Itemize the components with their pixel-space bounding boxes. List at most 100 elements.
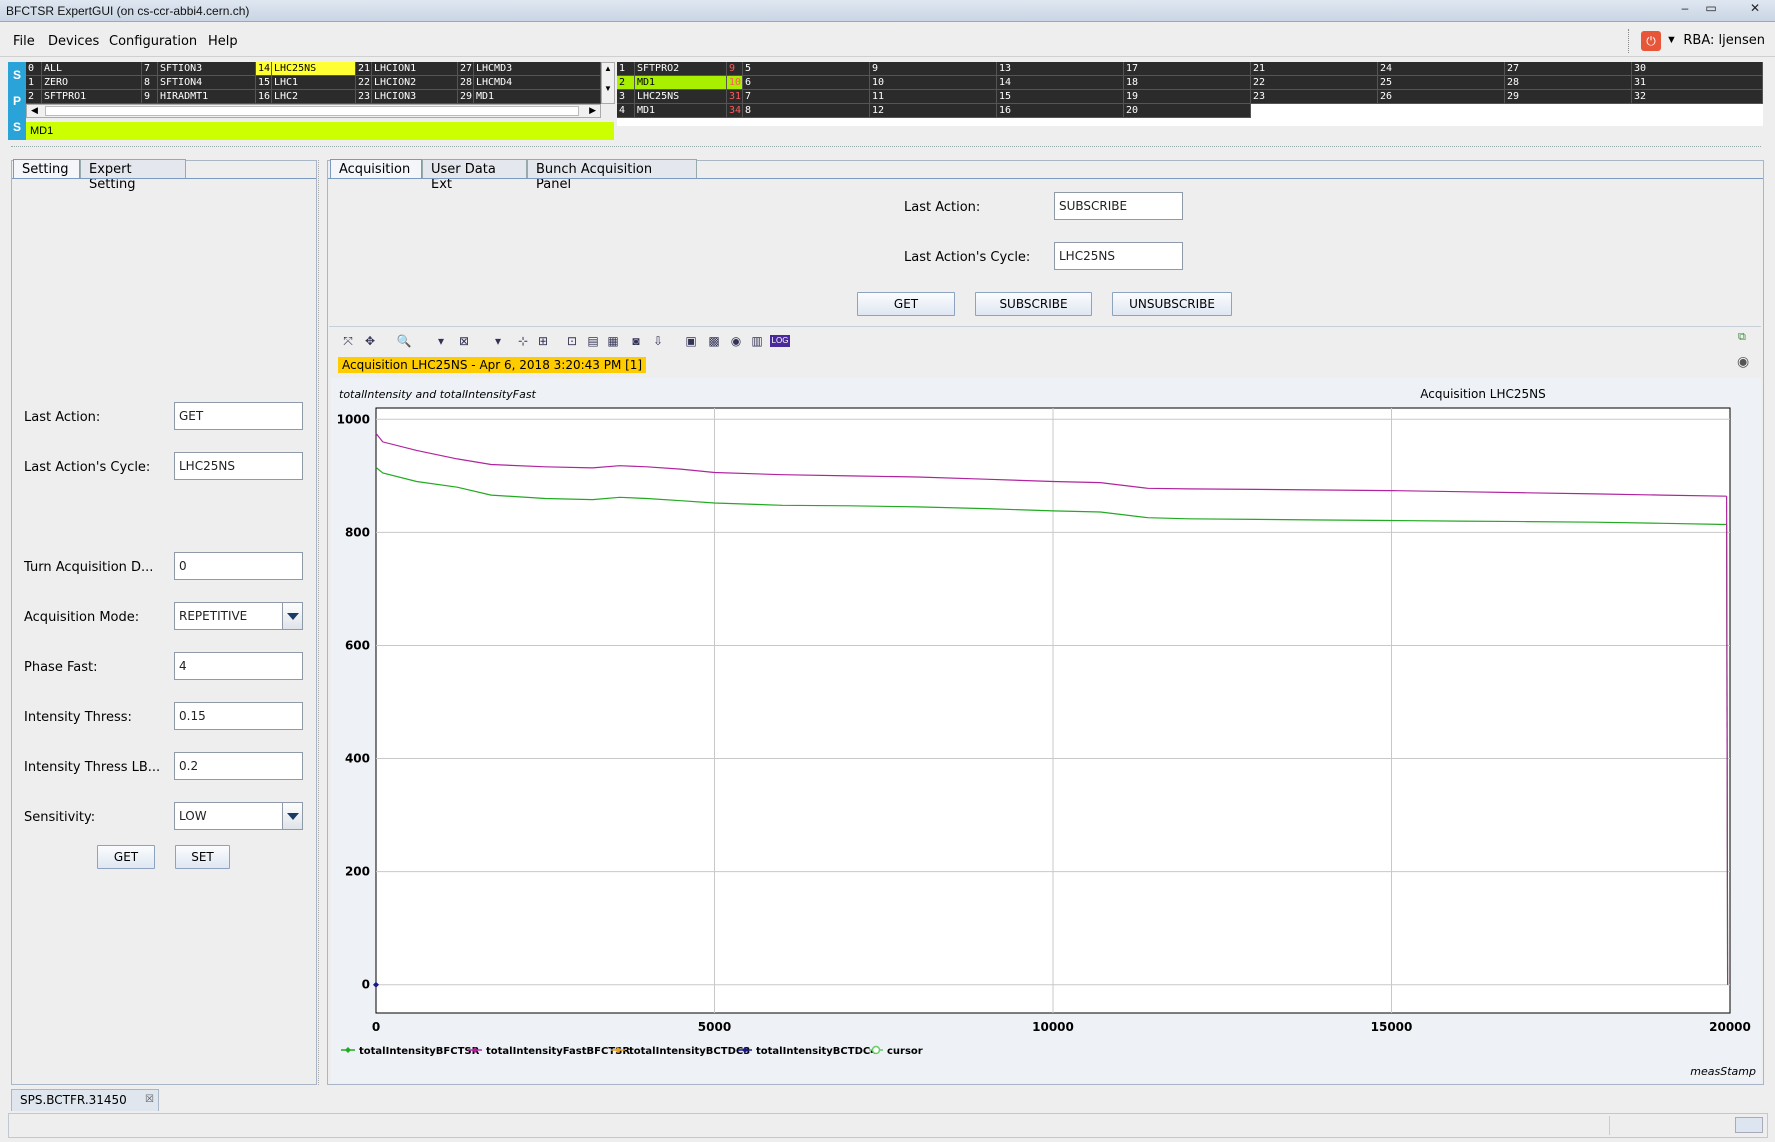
get-button[interactable]: GET <box>97 845 155 869</box>
supercycle-slot-count[interactable]: 31 <box>727 90 743 104</box>
cycle-name[interactable]: LHC2 <box>272 90 356 104</box>
cycle-name[interactable]: HIRADMT1 <box>158 90 256 104</box>
supercycle-slot[interactable]: 10 <box>870 76 997 90</box>
cycle-name[interactable]: ZERO <box>42 76 142 90</box>
cycle-number[interactable]: 22 <box>356 76 372 90</box>
supercycle-slot[interactable]: 7 <box>743 90 870 104</box>
cycle-number[interactable]: 7 <box>142 62 158 76</box>
supercycle-slot[interactable]: 24 <box>1378 62 1505 76</box>
layout-icon[interactable]: ▩ <box>705 332 723 350</box>
supercycle-slot[interactable]: 29 <box>1505 90 1632 104</box>
split-divider[interactable] <box>11 146 1761 148</box>
supercycle-slot-count[interactable]: 9 <box>727 62 743 76</box>
color-icon[interactable]: ◉ <box>727 332 745 350</box>
magnifier-icon[interactable]: 🔍 <box>395 332 413 350</box>
cycle-name[interactable]: SFTION3 <box>158 62 256 76</box>
supercycle-slot-name[interactable]: LHC25NS <box>635 90 727 104</box>
grid-icon[interactable]: ⊞ <box>534 332 552 350</box>
scroll-right-icon[interactable]: ▶ <box>589 105 596 116</box>
pan-icon[interactable]: ✥ <box>361 332 379 350</box>
close-tab-icon[interactable]: ☒ <box>145 1090 154 1110</box>
chevron-down-icon[interactable] <box>282 803 302 829</box>
supercycle-slot[interactable]: 22 <box>1251 76 1378 90</box>
setting-field[interactable]: GET <box>174 402 303 430</box>
log-icon[interactable]: LOG <box>770 335 790 347</box>
supercycle-slot[interactable]: 25 <box>1378 76 1505 90</box>
cycle-name[interactable]: ALL <box>42 62 142 76</box>
image-icon[interactable]: ▣ <box>682 332 700 350</box>
supercycle-slot-number[interactable]: 4 <box>617 104 635 118</box>
cycle-name[interactable]: LHCMD4 <box>474 76 601 90</box>
cycle-number[interactable]: 1 <box>26 76 42 90</box>
cycle-name[interactable]: LHCION2 <box>372 76 458 90</box>
supercycle-slot[interactable]: 14 <box>997 76 1124 90</box>
setting-field[interactable]: LHC25NS <box>174 452 303 480</box>
cycle-name[interactable]: LHCMD3 <box>474 62 601 76</box>
settings-icon[interactable]: ◉ <box>1737 353 1749 370</box>
cycle-number[interactable]: 21 <box>356 62 372 76</box>
supercycle-slot-name[interactable]: SFTPRO2 <box>635 62 727 76</box>
scroll-left-icon[interactable]: ◀ <box>31 105 38 116</box>
tab-bunch-acquisition-panel[interactable]: Bunch Acquisition Panel <box>527 159 697 192</box>
supercycle-slot[interactable]: 12 <box>870 104 997 118</box>
setting-dropdown[interactable]: REPETITIVE <box>174 602 303 630</box>
cycle-number[interactable]: 14 <box>256 62 272 76</box>
selector-vscrollbar[interactable]: ▲ ▼ <box>601 62 615 104</box>
cycle-number[interactable]: 0 <box>26 62 42 76</box>
subscribe-button[interactable]: SUBSCRIBE <box>975 292 1092 316</box>
setting-field[interactable]: 0 <box>174 552 303 580</box>
power-icon[interactable]: ⏻ <box>1641 31 1661 51</box>
zoom-region-icon[interactable]: ⊠ <box>455 332 473 350</box>
setting-field[interactable]: 0.2 <box>174 752 303 780</box>
supercycle-slot-name[interactable]: MD1 <box>635 104 727 118</box>
maximize-icon[interactable]: ▭ <box>1698 0 1724 18</box>
cycle-name[interactable]: LHC25NS <box>272 62 356 76</box>
supercycle-slot[interactable]: 8 <box>743 104 870 118</box>
setting-field[interactable]: 0.15 <box>174 702 303 730</box>
menu-file[interactable]: File <box>13 34 35 49</box>
panel-splitter[interactable] <box>318 160 324 1085</box>
tab-acquisition[interactable]: Acquisition <box>330 159 422 178</box>
tab-setting[interactable]: Setting <box>13 159 80 178</box>
detach-icon[interactable]: ⧉ <box>1738 331 1746 344</box>
cycle-name[interactable]: SFTION4 <box>158 76 256 90</box>
set-button[interactable]: SET <box>175 845 230 869</box>
supercycle-slot[interactable]: 23 <box>1251 90 1378 104</box>
rba-user[interactable]: RBA: ljensen <box>1683 33 1765 48</box>
dropdown-icon[interactable]: ▾ <box>489 332 507 350</box>
supercycle-slot-number[interactable]: 3 <box>617 90 635 104</box>
cycle-name[interactable]: LHC1 <box>272 76 356 90</box>
supercycle-slot-number[interactable]: 1 <box>617 62 635 76</box>
data-label-icon[interactable]: ⊡ <box>563 332 581 350</box>
dropdown-icon[interactable]: ▾ <box>432 332 450 350</box>
scroll-down-icon[interactable]: ▼ <box>602 75 614 103</box>
close-icon[interactable]: ✕ <box>1735 0 1775 18</box>
camera-icon[interactable]: ◙ <box>627 332 645 350</box>
supercycle-slot[interactable]: 9 <box>870 62 997 76</box>
supercycle-slot[interactable]: 31 <box>1632 76 1763 90</box>
cycle-number[interactable]: 27 <box>458 62 474 76</box>
cycle-number[interactable]: 2 <box>26 90 42 104</box>
supercycle-slot-number[interactable]: 2 <box>617 76 635 90</box>
supercycle-slot-count[interactable]: 10 <box>727 76 743 90</box>
supercycle-slot[interactable]: 28 <box>1505 76 1632 90</box>
crosshair-icon[interactable]: ⊹ <box>514 332 532 350</box>
supercycle-slot[interactable]: 20 <box>1124 104 1251 118</box>
cycle-number[interactable]: 16 <box>256 90 272 104</box>
unsubscribe-button[interactable]: UNSUBSCRIBE <box>1112 292 1232 316</box>
supercycle-slot[interactable]: 6 <box>743 76 870 90</box>
cycle-number[interactable]: 15 <box>256 76 272 90</box>
supercycle-slot[interactable]: 19 <box>1124 90 1251 104</box>
tab-expert-setting[interactable]: Expert Setting <box>80 159 186 192</box>
menu-devices[interactable]: Devices <box>48 34 99 49</box>
supercycle-slot[interactable]: 15 <box>997 90 1124 104</box>
supercycle-slot-count[interactable]: 34 <box>727 104 743 118</box>
menu-configuration[interactable]: Configuration <box>109 34 197 49</box>
intensity-chart[interactable]: totalIntensity and totalIntensityFast Ac… <box>331 378 1761 1083</box>
supercycle-slot-name[interactable]: MD1 <box>635 76 727 90</box>
cycle-number[interactable]: 8 <box>142 76 158 90</box>
chart-table-icon[interactable]: ▦ <box>604 332 622 350</box>
selector-hscrollbar[interactable]: ◀ ▶ <box>26 104 601 118</box>
table-icon[interactable]: ▤ <box>584 332 602 350</box>
menu-help[interactable]: Help <box>208 34 238 49</box>
